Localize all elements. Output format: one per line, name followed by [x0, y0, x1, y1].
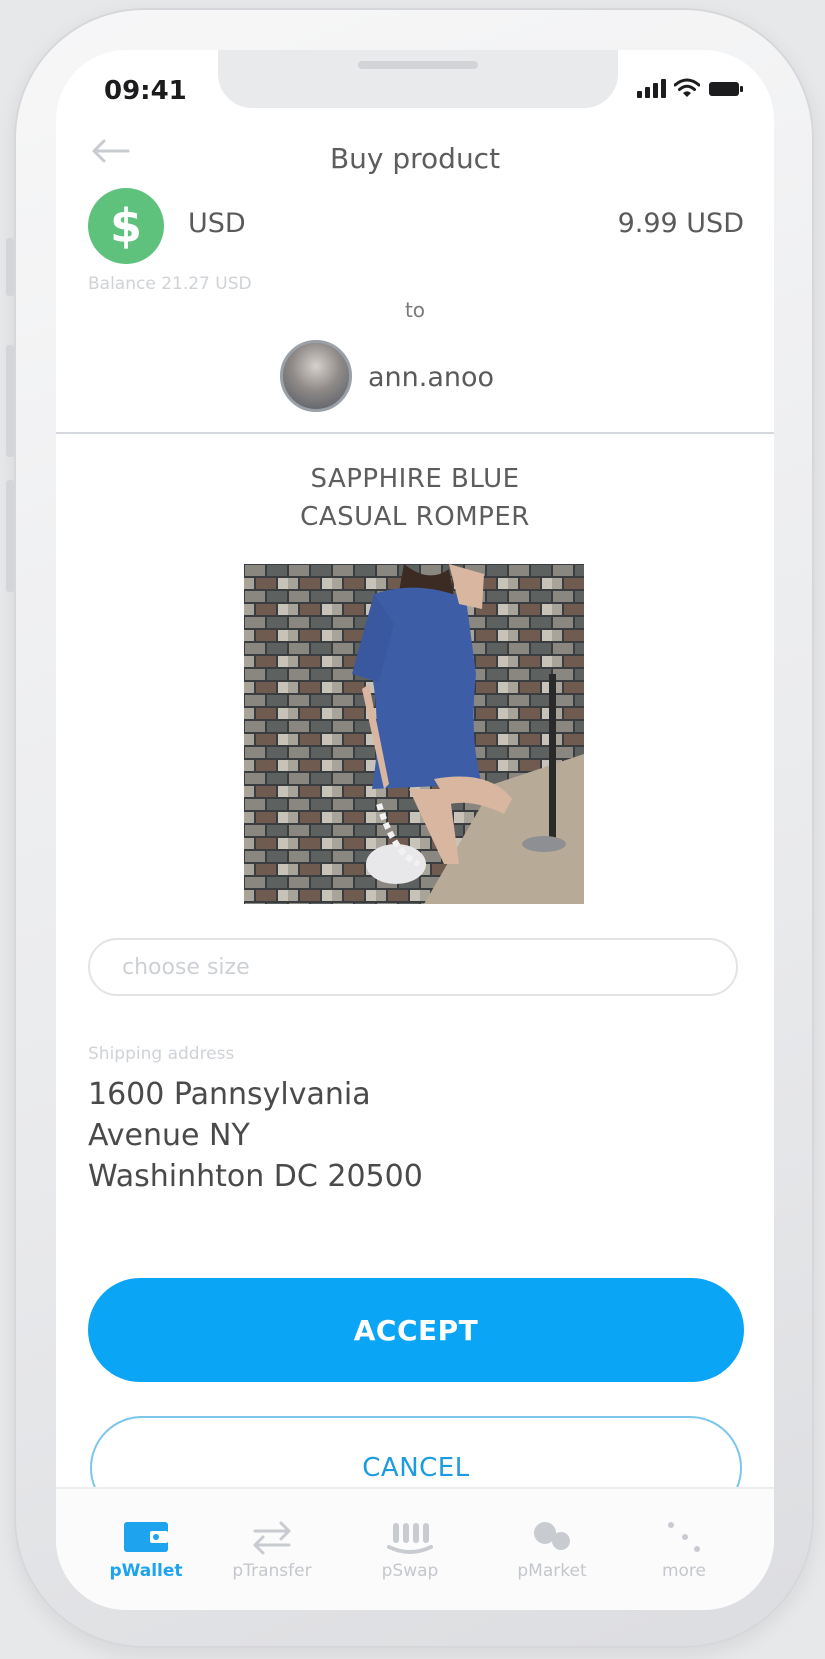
notch [218, 50, 618, 108]
tab-pswap[interactable]: pSwap [340, 1489, 480, 1599]
status-time: 09:41 [104, 76, 187, 106]
status-icons [637, 78, 744, 98]
shipping-address[interactable]: 1600 Pannsylvania Avenue NY Washinhton D… [88, 1074, 423, 1197]
tab-ptransfer[interactable]: pTransfer [202, 1489, 342, 1599]
market-icon [529, 1517, 575, 1557]
tab-label: pSwap [381, 1561, 439, 1581]
more-dots-icon [661, 1517, 707, 1557]
signal-icon [637, 79, 666, 98]
speaker [358, 61, 478, 69]
page-title: Buy product [329, 142, 501, 175]
dollar-icon: $ [88, 188, 164, 264]
app-screen: 09:41 Buy product $ USD 9.99 USD Balance… [56, 50, 774, 1610]
product-title-line1: SAPPHIRE BLUE [310, 464, 520, 494]
volume-up-button [6, 345, 14, 457]
transfer-arrows-icon [249, 1517, 295, 1557]
shipping-address-line1: 1600 Pannsylvania [88, 1077, 371, 1112]
swap-icon [387, 1517, 433, 1557]
tab-label: more [661, 1561, 707, 1581]
wifi-icon [674, 78, 700, 98]
tab-more[interactable]: more [614, 1489, 754, 1599]
accept-button[interactable]: ACCEPT [88, 1278, 744, 1382]
tab-label: pMarket [517, 1561, 587, 1581]
size-select[interactable]: choose size [88, 938, 738, 996]
shipping-address-line2: Avenue NY [88, 1118, 250, 1153]
volume-down-button [6, 480, 14, 592]
tab-pmarket[interactable]: pMarket [482, 1489, 622, 1599]
currency-code: USD [188, 208, 246, 239]
product-title: SAPPHIRE BLUE CASUAL ROMPER [56, 460, 774, 536]
balance-text: Balance 21.27 USD [88, 274, 252, 294]
tab-label: pWallet [109, 1561, 183, 1581]
payment-amount: 9.99 USD [617, 208, 744, 239]
shipping-label: Shipping address [88, 1044, 235, 1064]
product-image [244, 564, 584, 904]
currency-row[interactable]: $ USD 9.99 USD [88, 188, 744, 268]
wallet-icon [122, 1517, 170, 1557]
recipient-name: ann.anoo [368, 362, 495, 393]
to-label: to [404, 298, 426, 322]
shipping-address-line3: Washinhton DC 20500 [88, 1159, 423, 1194]
product-title-line2: CASUAL ROMPER [300, 502, 530, 532]
tab-bar: pWallet pTransfer pSwap pMarket more [56, 1487, 774, 1610]
tab-pwallet[interactable]: pWallet [76, 1489, 216, 1599]
tab-label: pTransfer [232, 1561, 312, 1581]
battery-icon [708, 80, 744, 98]
mute-switch [6, 238, 14, 296]
divider [56, 432, 774, 434]
avatar [280, 340, 352, 412]
